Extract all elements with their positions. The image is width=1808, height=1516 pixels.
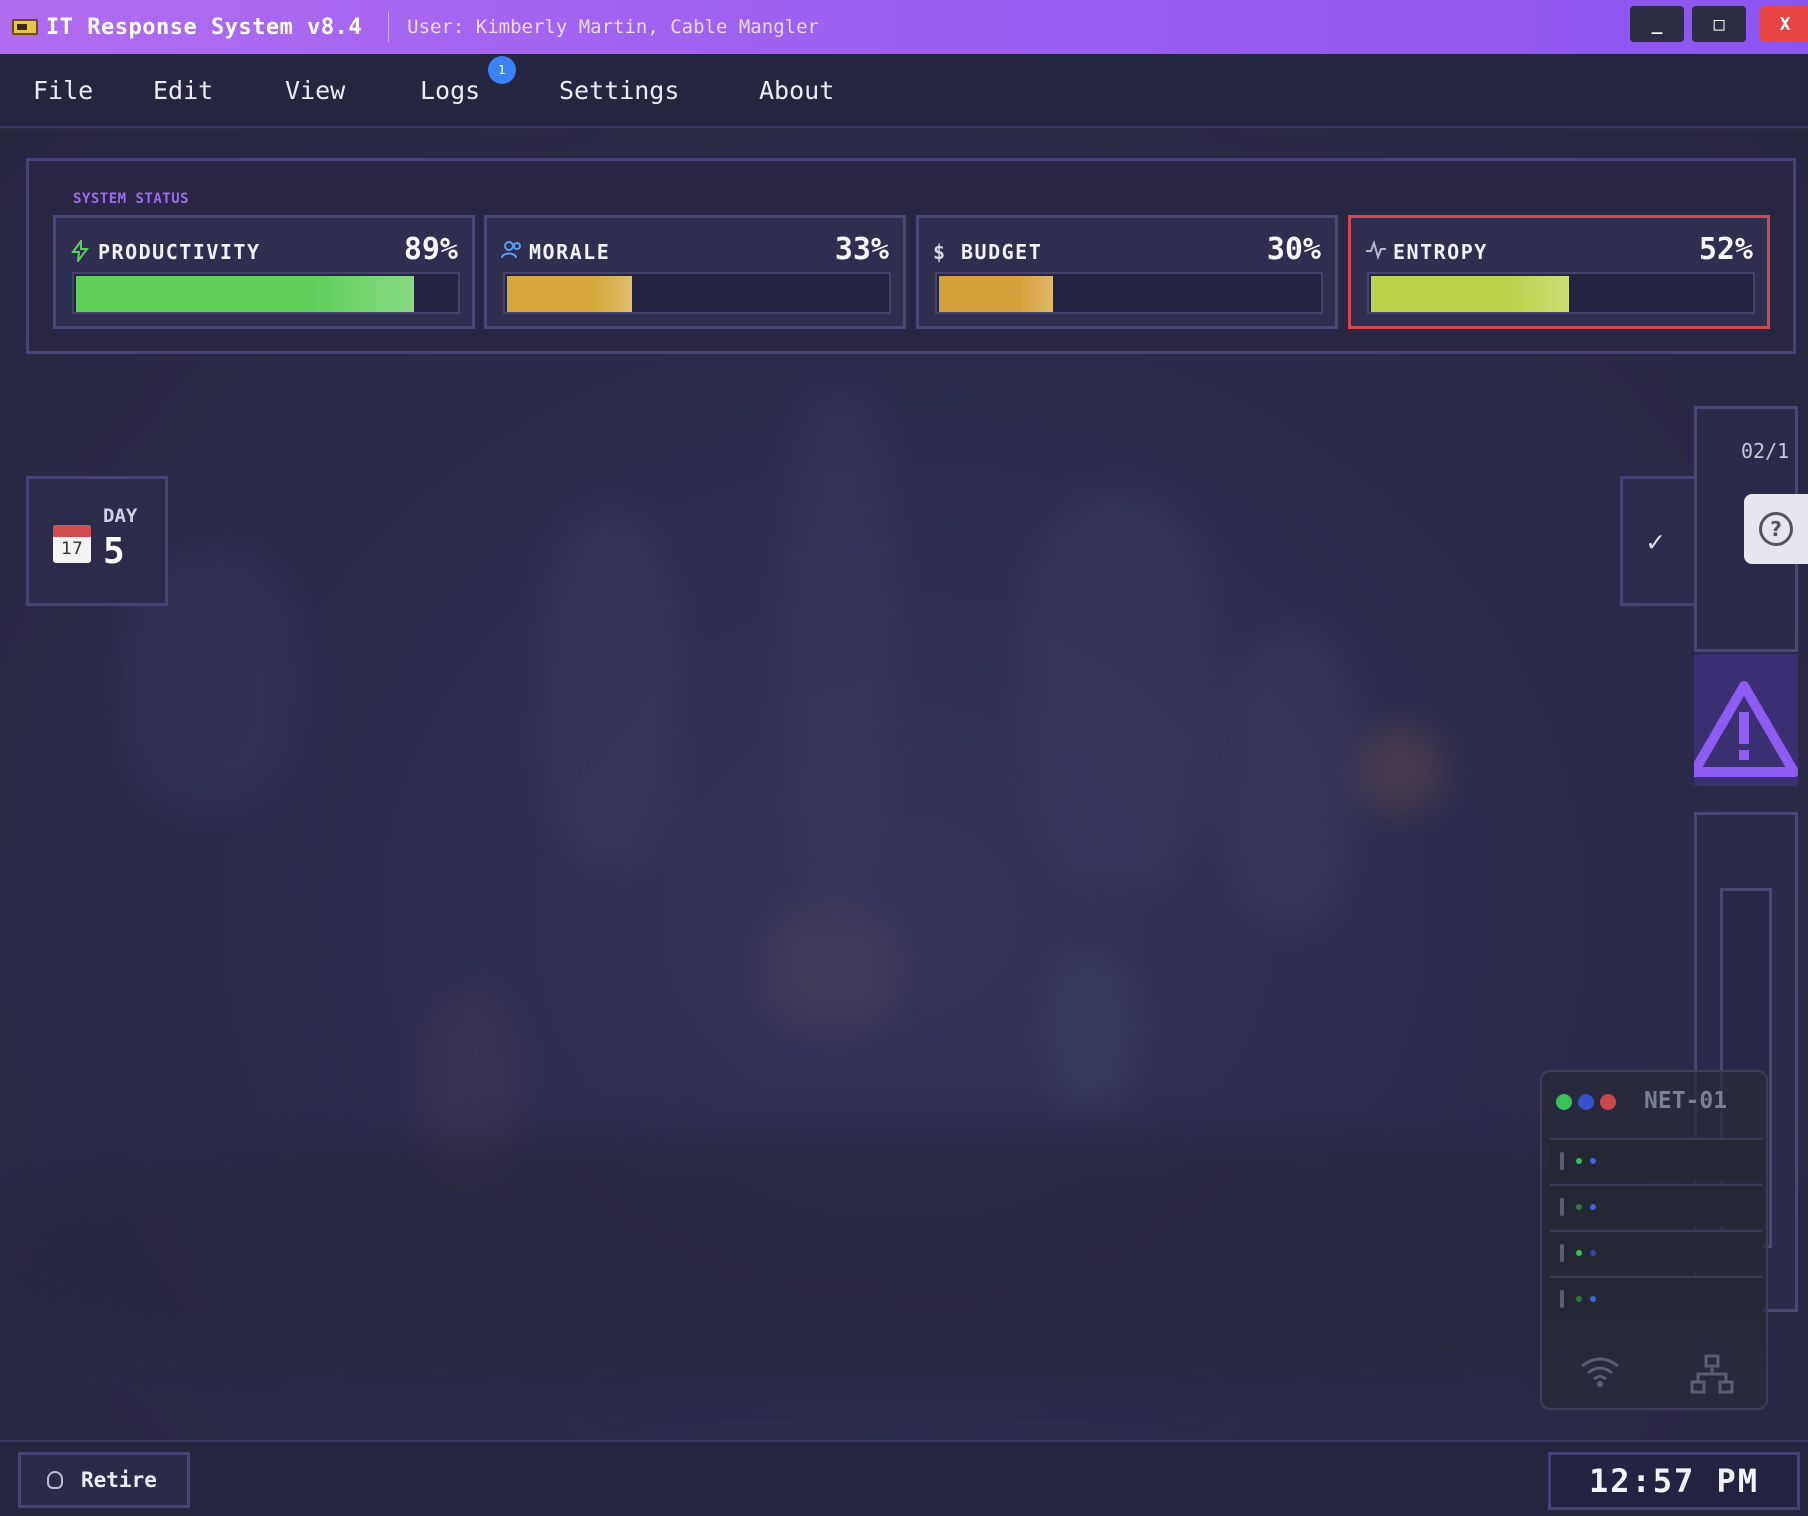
status-title: SYSTEM STATUS bbox=[73, 191, 190, 207]
stat-productivity: PRODUCTIVITY 89% bbox=[53, 215, 475, 329]
stat-bar-fill bbox=[939, 276, 1053, 312]
rack-unit bbox=[1550, 1276, 1762, 1318]
date-display: 02/1 bbox=[1741, 439, 1790, 463]
stat-bar-track bbox=[72, 272, 460, 314]
maximize-button[interactable]: □ bbox=[1692, 6, 1746, 42]
status-dot-blue bbox=[1578, 1094, 1594, 1110]
warning-icon bbox=[1689, 681, 1799, 777]
users-icon bbox=[501, 241, 521, 259]
stat-label: BUDGET bbox=[961, 240, 1043, 264]
stat-bar-fill bbox=[76, 276, 414, 312]
stat-bar-track bbox=[935, 272, 1323, 314]
menu-edit[interactable]: Edit bbox=[153, 76, 213, 105]
retire-label: Retire bbox=[81, 1468, 157, 1492]
lightning-icon bbox=[71, 240, 89, 262]
stat-entropy: ENTROPY 52% bbox=[1348, 215, 1770, 329]
minimize-button[interactable]: _ bbox=[1630, 6, 1684, 42]
user-label: User: Kimberly Martin, Cable Mangler bbox=[407, 16, 819, 38]
stat-label: MORALE bbox=[529, 240, 611, 264]
rack-unit bbox=[1550, 1138, 1762, 1180]
skull-icon bbox=[47, 1471, 63, 1489]
menu-about[interactable]: About bbox=[759, 76, 834, 105]
net-title: NET-01 bbox=[1644, 1088, 1728, 1114]
menu-bar: File Edit View Logs Settings About bbox=[0, 54, 1808, 128]
menu-settings[interactable]: Settings bbox=[559, 76, 679, 105]
help-icon: ? bbox=[1759, 512, 1793, 546]
help-button[interactable]: ? bbox=[1744, 494, 1808, 564]
title-divider bbox=[388, 12, 390, 42]
day-value: 5 bbox=[103, 531, 125, 572]
stat-label: PRODUCTIVITY bbox=[98, 240, 261, 264]
bottom-bar: Retire 12:57 PM bbox=[0, 1440, 1808, 1516]
dollar-icon: $ bbox=[933, 240, 946, 264]
retire-button[interactable]: Retire bbox=[18, 1452, 190, 1508]
stat-value: 30% bbox=[1266, 232, 1321, 267]
logs-notification-badge: 1 bbox=[488, 56, 516, 84]
stat-bar-fill bbox=[507, 276, 632, 312]
stat-bar-track bbox=[1367, 272, 1755, 314]
alert-panel[interactable] bbox=[1689, 654, 1799, 786]
status-dot-red bbox=[1600, 1094, 1616, 1110]
network-rack-widget[interactable]: NET-01 bbox=[1540, 1070, 1768, 1410]
clock-display: 12:57 PM bbox=[1548, 1452, 1800, 1510]
stat-value: 89% bbox=[403, 232, 458, 267]
menu-view[interactable]: View bbox=[285, 76, 345, 105]
stat-bar-track bbox=[503, 272, 891, 314]
stat-label: ENTROPY bbox=[1393, 240, 1488, 264]
activity-icon bbox=[1366, 240, 1386, 260]
app-title: IT Response System v8.4 bbox=[46, 14, 363, 40]
day-label: DAY bbox=[103, 505, 138, 527]
calendar-number: 17 bbox=[61, 539, 83, 559]
wifi-icon bbox=[1581, 1357, 1619, 1387]
stat-value: 33% bbox=[834, 232, 889, 267]
title-bar: IT Response System v8.4 User: Kimberly M… bbox=[0, 0, 1808, 54]
rack-unit bbox=[1550, 1230, 1762, 1272]
system-status-panel: SYSTEM STATUS PRODUCTIVITY 89% MORALE 33… bbox=[26, 158, 1796, 354]
check-icon: ✓ bbox=[1647, 525, 1664, 558]
stat-value: 52% bbox=[1698, 232, 1753, 267]
app-logo-icon bbox=[12, 19, 38, 35]
menu-logs[interactable]: Logs bbox=[420, 76, 480, 105]
network-topology-icon bbox=[1690, 1354, 1734, 1394]
day-counter-card: 17 DAY 5 bbox=[26, 476, 168, 606]
stat-budget: $ BUDGET 30% bbox=[916, 215, 1338, 329]
menu-file[interactable]: File bbox=[33, 76, 93, 105]
status-dot-green bbox=[1556, 1094, 1572, 1110]
stat-bar-fill bbox=[1371, 276, 1569, 312]
rack-unit bbox=[1550, 1184, 1762, 1226]
close-button[interactable]: X bbox=[1760, 6, 1808, 42]
calendar-icon: 17 bbox=[53, 525, 91, 563]
stat-morale: MORALE 33% bbox=[484, 215, 906, 329]
